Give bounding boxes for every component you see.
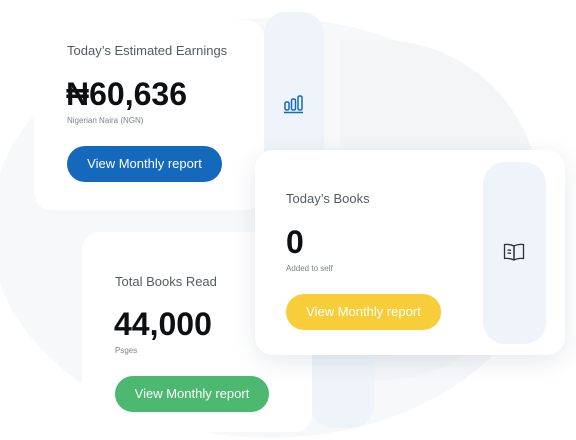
earnings-card: Today’s Estimated Earnings ₦60,636 Niger… [34, 20, 264, 210]
total-read-title: Total Books Read [115, 274, 217, 289]
earnings-amount: ₦60,636 [66, 76, 187, 112]
earnings-report-button[interactable]: View Monthly report [67, 146, 222, 182]
bar-chart-icon [284, 95, 303, 114]
books-card: Today’s Books 0 Added to self View Month… [255, 150, 565, 355]
books-report-button[interactable]: View Monthly report [286, 294, 441, 330]
books-note: Added to self [286, 264, 333, 273]
total-read-note: Psges [115, 346, 138, 355]
total-read-count: 44,000 [114, 306, 212, 342]
total-read-report-button[interactable]: View Monthly report [115, 376, 269, 412]
earnings-title: Today’s Estimated Earnings [67, 43, 228, 58]
books-title: Today’s Books [286, 191, 370, 206]
earnings-currency-note: Nigerian Naira (NGN) [67, 116, 144, 125]
books-count: 0 [286, 224, 304, 260]
open-book-icon [503, 243, 525, 261]
